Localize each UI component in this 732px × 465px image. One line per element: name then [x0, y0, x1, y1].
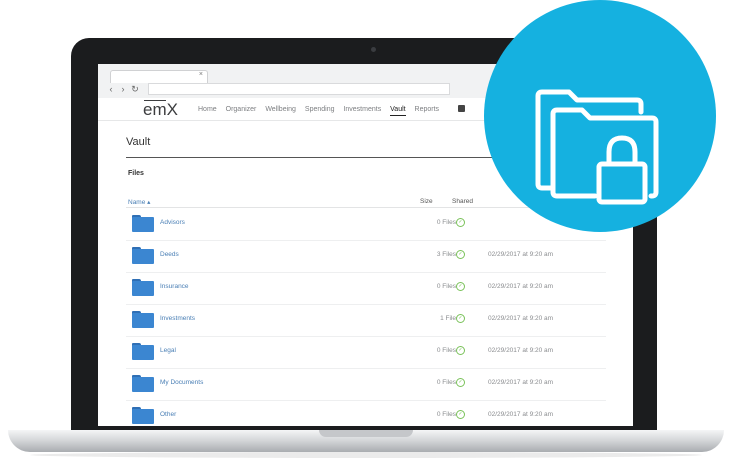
- check-circle-icon: ✓: [456, 410, 465, 419]
- browser-tab[interactable]: ×: [110, 70, 208, 83]
- folder-icon: [132, 343, 154, 360]
- folder-name[interactable]: Deeds: [160, 251, 179, 258]
- folder-name[interactable]: Advisors: [160, 219, 185, 226]
- address-bar[interactable]: [148, 83, 450, 95]
- app-logo[interactable]: emX: [143, 100, 178, 120]
- table-row[interactable]: Legal 0 Files ✓ 02/29/2017 at 9:20 am: [126, 336, 606, 369]
- table-row[interactable]: Deeds 3 Files ✓ 02/29/2017 at 9:20 am: [126, 240, 606, 273]
- folder-size: 0 Files: [436, 283, 456, 290]
- table-row[interactable]: Insurance 0 Files ✓ 02/29/2017 at 9:20 a…: [126, 272, 606, 305]
- folder-size: 0 Files: [436, 411, 456, 418]
- calendar-icon[interactable]: [458, 105, 465, 112]
- nav-item-reports[interactable]: Reports: [415, 106, 440, 113]
- laptop-notch: [319, 430, 413, 437]
- folder-icon: [132, 375, 154, 392]
- folder-icon: [132, 215, 154, 232]
- folder-size: 3 Files: [436, 251, 456, 258]
- check-circle-icon: ✓: [456, 314, 465, 323]
- folder-name[interactable]: Insurance: [160, 283, 189, 290]
- column-header-shared[interactable]: Shared: [452, 198, 473, 205]
- folder-date: 02/29/2017 at 9:20 am: [488, 251, 554, 258]
- folder-icon: [132, 311, 154, 328]
- camera-icon: [371, 47, 376, 52]
- nav-item-wellbeing[interactable]: Wellbeing: [265, 106, 296, 113]
- folder-icon: [132, 247, 154, 264]
- nav-item-spending[interactable]: Spending: [305, 106, 335, 113]
- folder-name[interactable]: Other: [160, 411, 176, 418]
- folder-name[interactable]: My Documents: [160, 379, 203, 386]
- check-circle-icon: ✓: [456, 282, 465, 291]
- column-header-name[interactable]: Name ▴: [128, 198, 150, 206]
- check-circle-icon: ✓: [456, 250, 465, 259]
- nav-item-home[interactable]: Home: [198, 106, 217, 113]
- nav-item-vault[interactable]: Vault: [390, 106, 406, 116]
- reload-icon[interactable]: ↻: [130, 83, 140, 95]
- folder-size: 0 Files: [436, 347, 456, 354]
- folder-date: 02/29/2017 at 9:20 am: [488, 315, 554, 322]
- section-title: Files: [128, 170, 144, 177]
- back-icon[interactable]: ‹: [106, 83, 116, 95]
- forward-icon[interactable]: ›: [118, 83, 128, 95]
- close-icon[interactable]: ×: [199, 71, 203, 78]
- folder-icon: [132, 279, 154, 296]
- folder-date: 02/29/2017 at 9:20 am: [488, 411, 554, 418]
- laptop-shadow: [30, 452, 702, 458]
- folder-size: 1 File: [440, 315, 456, 322]
- folder-size: 0 Files: [436, 379, 456, 386]
- folder-size: 0 Files: [436, 219, 456, 226]
- folder-lock-icon: [535, 89, 659, 205]
- folder-date: 02/29/2017 at 9:20 am: [488, 283, 554, 290]
- folder-date: 02/29/2017 at 9:20 am: [488, 347, 554, 354]
- column-header-size[interactable]: Size: [420, 198, 433, 205]
- folder-date: 02/29/2017 at 9:20 am: [488, 379, 554, 386]
- nav-item-organizer[interactable]: Organizer: [226, 106, 257, 113]
- folder-name[interactable]: Investments: [160, 315, 195, 322]
- check-circle-icon: ✓: [456, 378, 465, 387]
- folder-icon: [132, 407, 154, 424]
- main-nav: Home Organizer Wellbeing Spending Invest…: [198, 106, 446, 116]
- nav-item-investments[interactable]: Investments: [343, 106, 381, 113]
- table-row[interactable]: Other 0 Files ✓ 02/29/2017 at 9:20 am: [126, 400, 606, 426]
- page-title: Vault: [126, 136, 151, 148]
- table-row[interactable]: My Documents 0 Files ✓ 02/29/2017 at 9:2…: [126, 368, 606, 401]
- check-circle-icon: ✓: [456, 218, 465, 227]
- check-circle-icon: ✓: [456, 346, 465, 355]
- table-row[interactable]: Investments 1 File ✓ 02/29/2017 at 9:20 …: [126, 304, 606, 337]
- folder-name[interactable]: Legal: [160, 347, 176, 354]
